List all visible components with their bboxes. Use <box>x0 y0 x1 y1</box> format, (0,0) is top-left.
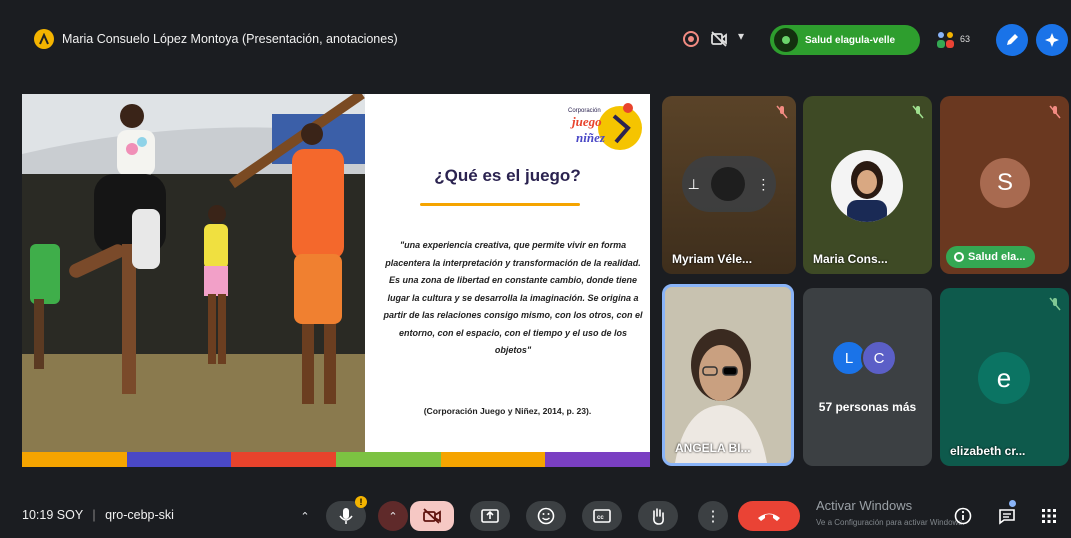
participant-count: 63 <box>960 34 971 44</box>
group-pill-label: Salud ela... <box>968 251 1026 263</box>
color-strip <box>22 452 650 467</box>
mic-off-icon <box>912 105 924 119</box>
participant-name: Myriam Véle... <box>672 252 753 266</box>
warning-badge-icon: ! <box>355 496 367 508</box>
windows-activation-title: Activar Windows <box>816 498 913 513</box>
more-participants-tile[interactable]: L C 57 personas más <box>803 288 932 466</box>
children-playing-photo <box>22 94 365 452</box>
activities-button[interactable] <box>1036 501 1062 531</box>
participant-tile-angela[interactable]: ANGELA BI... <box>662 284 794 466</box>
clock-time: 10:19 SOY <box>22 508 83 522</box>
end-call-icon <box>758 513 780 521</box>
juego-y-ninez-logo: Corporación juego niñez <box>562 98 644 156</box>
chevron-down-icon[interactable]: ▾ <box>738 29 744 43</box>
strip-segment <box>126 452 232 467</box>
windows-activation-subtitle: Ve a Configuración para activar Windows. <box>816 518 965 527</box>
captions-icon: cc <box>593 509 611 523</box>
participant-tile-myriam[interactable]: ⊥ ⋮ Myriam Véle... <box>662 96 796 274</box>
captions-button[interactable]: cc <box>582 501 622 531</box>
strip-segment <box>440 452 546 467</box>
participant-tile-s[interactable]: S Salud ela... <box>940 96 1069 274</box>
camera-button[interactable] <box>410 501 454 531</box>
group-pill[interactable]: Salud ela... <box>946 246 1036 268</box>
meeting-details-button[interactable] <box>950 501 976 531</box>
avatar: e <box>978 352 1030 404</box>
pencil-icon <box>1007 34 1018 45</box>
slide-text-panel: Corporación juego niñez ¿Qué es el juego… <box>365 94 650 452</box>
participant-name: Maria Cons... <box>813 252 888 266</box>
presentation-area: Corporación juego niñez ¿Qué es el juego… <box>22 94 650 467</box>
slide-title: ¿Qué es el juego? <box>434 166 581 185</box>
slide-citation: (Corporación Juego y Niñez, 2014, p. 23)… <box>423 406 592 416</box>
svg-text:niñez: niñez <box>576 130 606 145</box>
group-avatar-icon <box>774 28 798 52</box>
avatar: C <box>861 340 897 376</box>
hand-icon <box>653 508 664 525</box>
chevron-up-icon: ⌃ <box>388 510 398 523</box>
notification-dot-icon <box>1009 500 1016 507</box>
group-pill-label: Salud elagula-velle <box>805 34 896 46</box>
mic-off-icon <box>1049 105 1061 119</box>
reactions-button[interactable] <box>526 501 566 531</box>
edit-annotations-button[interactable] <box>996 24 1028 56</box>
participant-tile-maria[interactable]: Maria Cons... <box>803 96 932 274</box>
raise-hand-button[interactable] <box>638 501 678 531</box>
present-screen-icon <box>481 509 499 523</box>
pin-icon[interactable]: ⊥ <box>688 176 700 193</box>
slide-quote: "una experiencia creativa, que permite v… <box>383 240 643 355</box>
more-participants-label: 57 personas más <box>818 400 917 414</box>
camera-off-icon[interactable] <box>710 30 728 48</box>
group-icon <box>954 252 964 262</box>
bottom-bar: 10:19 SOY | qro-cebp-ski ⌃ ! ⌃ cc ⋮ Acti… <box>0 490 1071 538</box>
host-controls-button[interactable] <box>1036 24 1068 56</box>
emoji-icon <box>537 507 555 525</box>
sparkle-icon <box>1045 33 1059 47</box>
chevron-up-icon: ⌃ <box>300 510 310 523</box>
avatar <box>711 167 746 201</box>
chat-button[interactable] <box>994 501 1020 531</box>
svg-text:juego: juego <box>570 114 602 129</box>
meeting-code: qro-cebp-ski <box>105 508 174 522</box>
more-options-icon[interactable]: ⋮ <box>756 176 770 193</box>
more-options-button[interactable]: ⋮ <box>698 501 728 531</box>
strip-segment <box>22 452 127 467</box>
divider: | <box>92 508 96 522</box>
top-bar: Maria Consuelo López Montoya (Presentaci… <box>0 0 1071 80</box>
svg-text:cc: cc <box>597 515 604 521</box>
strip-segment <box>231 452 337 467</box>
camera-off-icon <box>423 508 441 524</box>
recording-icon[interactable] <box>683 31 699 47</box>
strip-segment <box>336 452 441 467</box>
mic-off-icon <box>1049 297 1061 311</box>
presenting-icon <box>34 29 54 49</box>
tile-overlay-controls: ⊥ ⋮ <box>682 156 776 212</box>
camera-options-button[interactable]: ⌃ <box>378 501 408 531</box>
people-icon[interactable] <box>934 30 958 50</box>
info-icon <box>954 507 972 525</box>
participant-name: elizabeth cr... <box>950 444 1026 458</box>
leave-call-button[interactable] <box>738 501 800 531</box>
mic-options-button[interactable]: ⌃ <box>290 501 320 531</box>
meeting-info: 10:19 SOY | qro-cebp-ski <box>22 508 174 522</box>
group-pill[interactable]: Salud elagula-velle <box>770 25 920 55</box>
mic-off-icon <box>776 105 788 119</box>
video-feed <box>665 287 791 463</box>
presenter-title: Maria Consuelo López Montoya (Presentaci… <box>62 32 398 46</box>
more-vert-icon: ⋮ <box>705 508 721 525</box>
participant-name: ANGELA BI... <box>675 441 751 455</box>
title-underline <box>420 203 580 206</box>
participant-tile-elizabeth[interactable]: e elizabeth cr... <box>940 288 1069 466</box>
avatar <box>831 150 903 222</box>
apps-grid-icon <box>1042 509 1056 523</box>
present-button[interactable] <box>470 501 510 531</box>
microphone-icon <box>339 508 353 524</box>
strip-segment <box>545 452 650 467</box>
avatar: S <box>980 158 1030 208</box>
chat-icon <box>999 509 1015 525</box>
